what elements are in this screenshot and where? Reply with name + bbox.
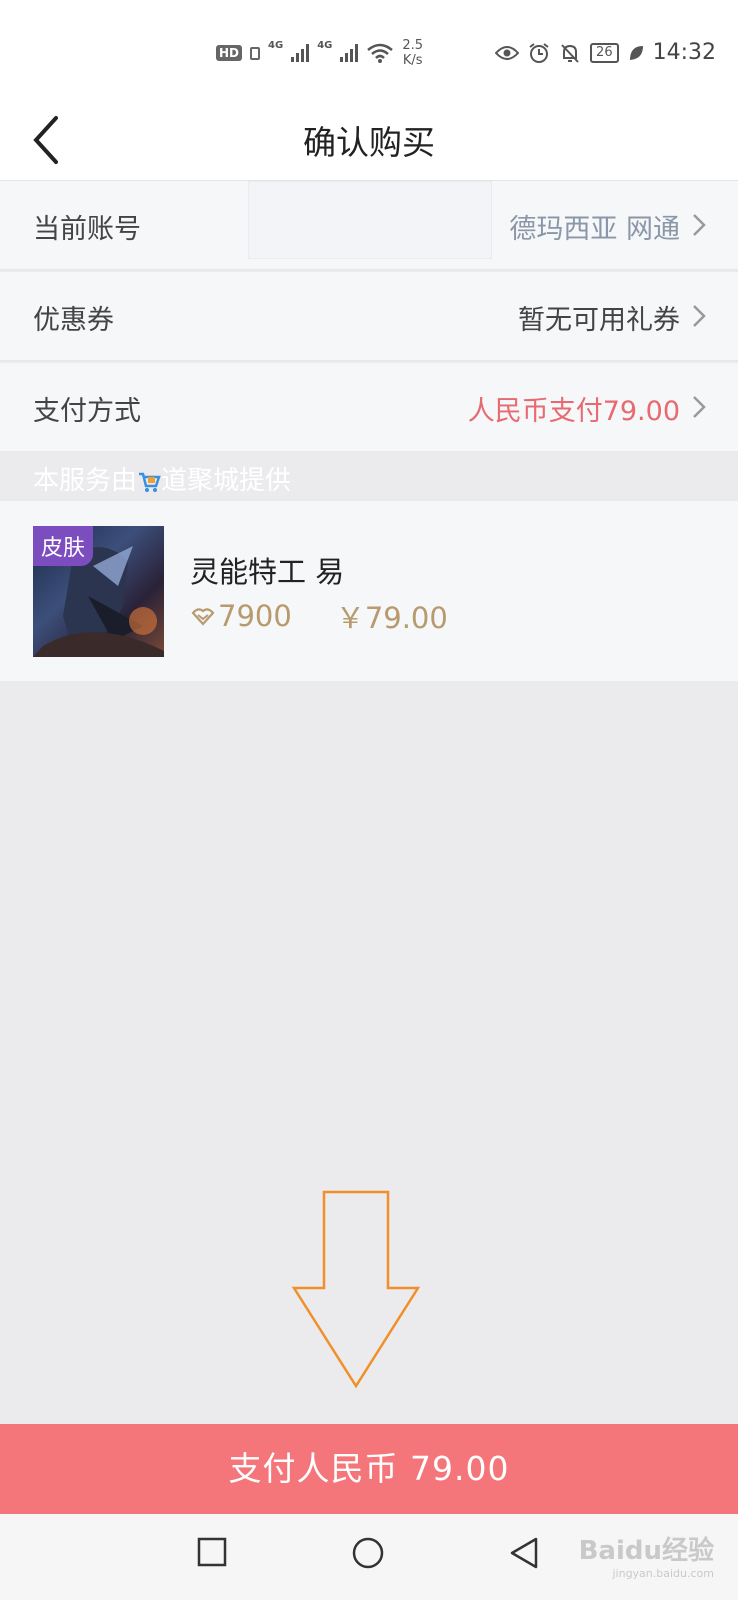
chevron-right-icon: [693, 305, 706, 327]
coupon-value: 暂无可用礼券: [518, 305, 680, 336]
coupon-row[interactable]: 优惠券 暂无可用礼券: [0, 272, 738, 361]
service-provider-note: 本服务由 道聚城提供: [33, 460, 291, 497]
leaf-icon: [629, 45, 643, 60]
account-value: 德玛西亚 网通: [509, 214, 680, 245]
coupon-icon: [191, 608, 215, 626]
product-thumbnail: 皮肤: [33, 526, 164, 657]
eye-icon: [495, 45, 520, 60]
recent-apps-icon[interactable]: [196, 1536, 228, 1568]
cart-icon: [139, 472, 161, 492]
lock-icon: [250, 46, 261, 60]
account-label: 当前账号: [33, 214, 141, 245]
network-speed: 2.5 K/s: [402, 38, 423, 68]
product-name: 灵能特工 易: [190, 555, 345, 589]
payment-label: 支付方式: [33, 396, 141, 427]
alarm-icon: [529, 42, 549, 63]
down-arrow-annotation: [291, 1190, 420, 1389]
page-header: 确认购买: [0, 100, 738, 181]
signal-icon: [340, 44, 359, 62]
provider-text-before: 本服务由: [33, 466, 138, 496]
wifi-icon: [367, 43, 394, 63]
battery-indicator: 26: [590, 42, 619, 63]
chevron-right-icon: [693, 396, 706, 418]
skin-tag: 皮肤: [33, 526, 94, 566]
provider-text-after: 道聚城提供: [161, 466, 292, 496]
watermark-url: jingyan.baidu.com: [612, 1567, 714, 1580]
speed-value: 2.5: [402, 38, 424, 53]
status-right: 26 14:32: [495, 40, 716, 65]
clock: 14:32: [652, 40, 716, 65]
coupon-label: 优惠券: [33, 305, 114, 336]
product-price-row: 7900 ￥79.00: [190, 595, 448, 637]
account-id-field: [248, 181, 492, 259]
home-icon[interactable]: [351, 1536, 385, 1570]
speed-unit: K/s: [402, 53, 423, 68]
product-points: 7900: [218, 599, 292, 633]
hd-icon: HD: [216, 45, 243, 61]
product-price: ￥79.00: [335, 601, 448, 635]
watermark-brand: Baidu经验: [578, 1536, 714, 1566]
bell-off-icon: [561, 43, 579, 63]
product-card: 皮肤 灵能特工 易 7900 ￥79.00: [0, 501, 738, 681]
signal-icon: [291, 44, 310, 62]
payment-value: 人民币支付79.00: [467, 396, 680, 427]
back-nav-icon[interactable]: [508, 1536, 540, 1570]
pay-button[interactable]: 支付人民币 79.00: [0, 1424, 738, 1514]
status-bar: HD 4G 4G 2.5 K/s 26 14:32: [0, 0, 738, 100]
status-left: HD 4G 4G 2.5 K/s: [216, 38, 423, 68]
payment-method-row[interactable]: 支付方式 人民币支付79.00: [0, 363, 738, 452]
baidu-watermark: Baidu经验 jingyan.baidu.com: [579, 1530, 714, 1580]
account-row[interactable]: 当前账号 德玛西亚 网通: [0, 181, 738, 270]
page-title: 确认购买: [303, 123, 435, 162]
chevron-right-icon: [693, 214, 706, 236]
network-type-1: 4G: [268, 39, 284, 51]
network-type-2: 4G: [317, 39, 333, 51]
